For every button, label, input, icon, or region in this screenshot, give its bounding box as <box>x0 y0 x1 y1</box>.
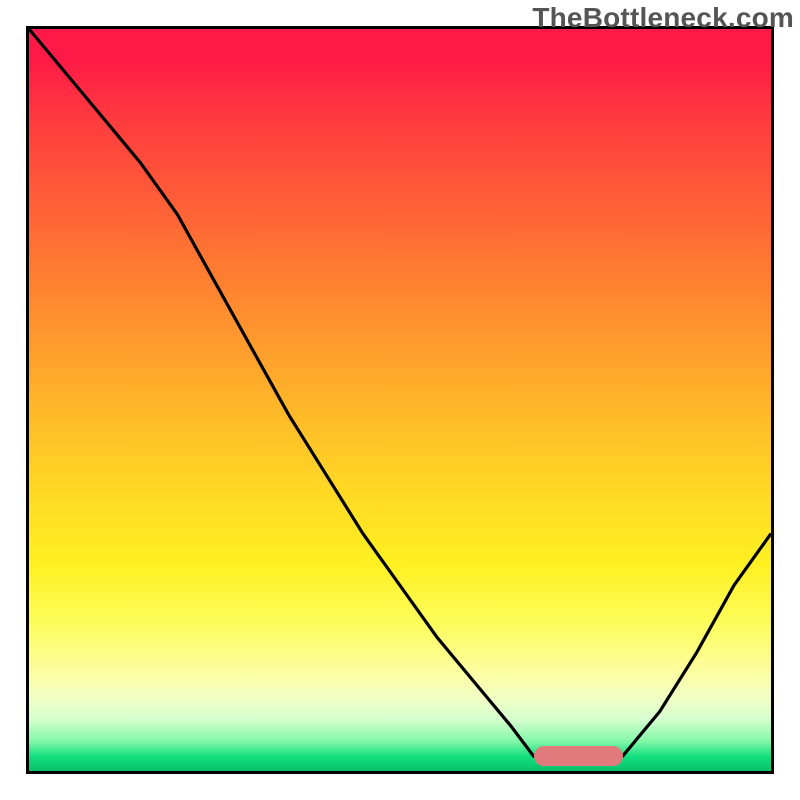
bottleneck-curve <box>29 29 771 771</box>
optimal-range-marker <box>534 746 623 766</box>
curve-path <box>29 29 771 764</box>
chart-container: TheBottleneck.com <box>0 0 800 800</box>
watermark-text: TheBottleneck.com <box>532 2 794 34</box>
plot-area <box>26 26 774 774</box>
